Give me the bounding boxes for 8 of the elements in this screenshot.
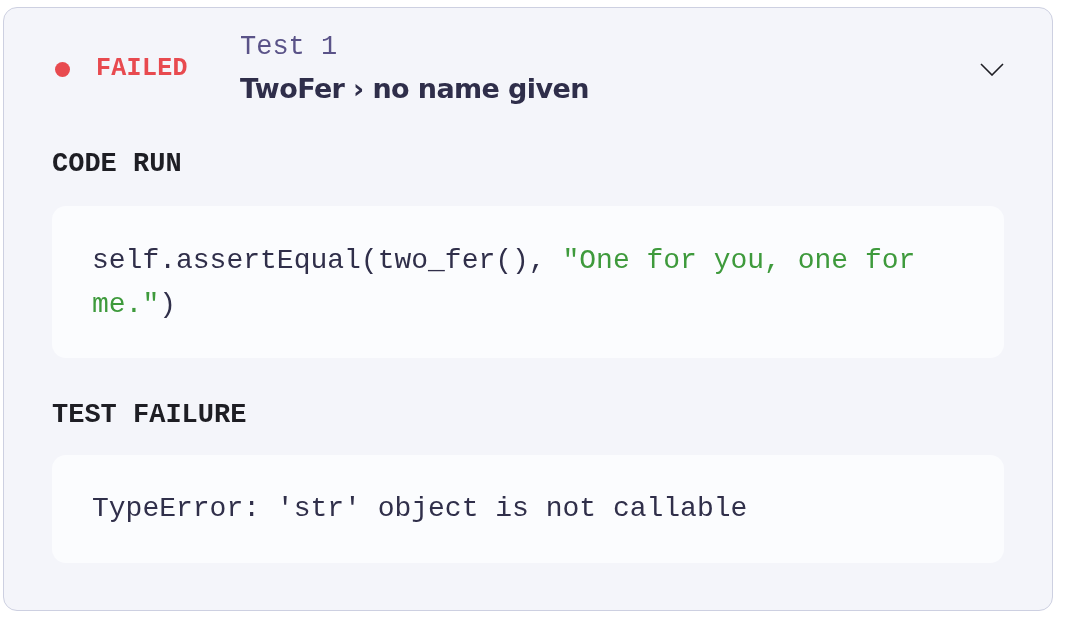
section-heading: CODE RUN — [52, 148, 183, 180]
code-snippet: self.assertEqual(two_fer(), "One for you, one for me.") — [52, 206, 1004, 358]
section-heading: TEST FAILURE — [52, 399, 248, 431]
test-title: TwoFer › no name given — [240, 72, 590, 106]
status-label: FAILED — [96, 54, 188, 84]
error-message: TypeError: 'str' object is not callable — [52, 455, 1004, 563]
chevron-icon[interactable] — [980, 62, 1004, 76]
test-number: Test 1 — [240, 31, 339, 63]
